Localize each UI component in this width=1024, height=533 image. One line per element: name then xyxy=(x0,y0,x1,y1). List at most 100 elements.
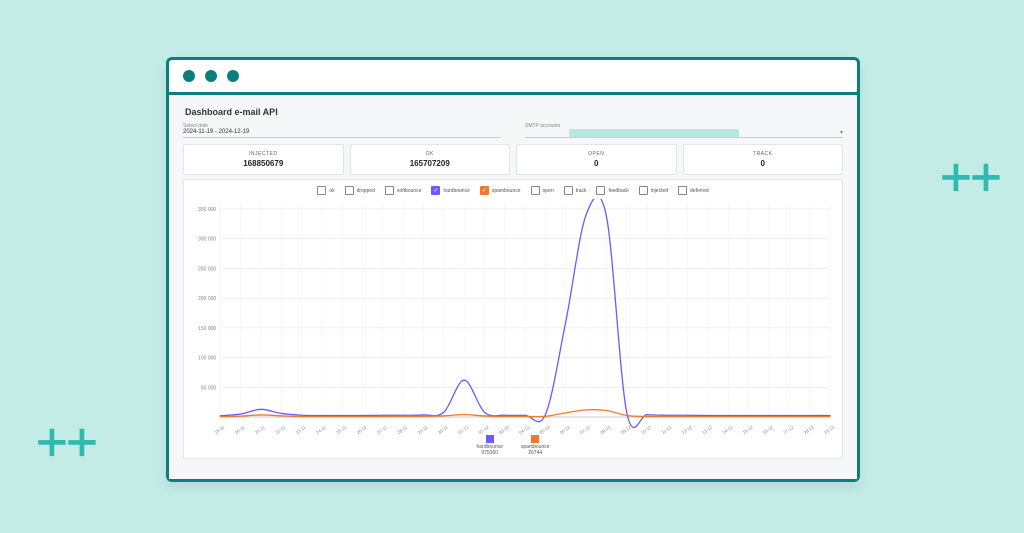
legend-item-open[interactable]: open xyxy=(531,186,554,195)
window-dot-icon xyxy=(227,70,239,82)
window-dot-icon xyxy=(205,70,217,82)
background-spark-icon: ✕✕ xyxy=(34,420,94,462)
svg-text:28-11: 28-11 xyxy=(396,424,408,435)
svg-text:07-12: 07-12 xyxy=(579,424,592,435)
svg-text:19-11: 19-11 xyxy=(213,424,225,435)
svg-text:50 000: 50 000 xyxy=(201,385,217,391)
kpi-label: TRACK xyxy=(686,151,841,157)
svg-text:24-11: 24-11 xyxy=(315,424,327,435)
smtp-filter[interactable]: SMTP accounts ▾ xyxy=(525,123,843,138)
svg-text:150 000: 150 000 xyxy=(198,326,216,332)
kpi-tile-injected: INJECTED 168850679 xyxy=(183,144,344,175)
smtp-chip xyxy=(569,129,739,137)
filter-row: Select date 2024-11-19 - 2024-12-19 SMTP… xyxy=(183,123,843,138)
svg-text:350 000: 350 000 xyxy=(198,207,216,213)
svg-text:05-12: 05-12 xyxy=(538,424,551,435)
checkbox-icon xyxy=(564,186,573,195)
legend-item-label: ok xyxy=(329,188,334,194)
legend-item-track[interactable]: track xyxy=(564,186,587,195)
checkbox-icon xyxy=(345,186,354,195)
legend-item-label: feedback xyxy=(608,188,628,194)
legend-item-label: track xyxy=(576,188,587,194)
svg-text:14-12: 14-12 xyxy=(721,424,734,435)
legend-item-label: softbounce xyxy=(397,188,421,194)
legend-item-injected[interactable]: injected xyxy=(639,186,668,195)
browser-frame: Dashboard e-mail API Select date 2024-11… xyxy=(166,57,860,482)
legend-item-dropped[interactable]: dropped xyxy=(345,186,375,195)
kpi-label: OPEN xyxy=(519,151,674,157)
dashboard-viewport: Dashboard e-mail API Select date 2024-11… xyxy=(169,95,857,479)
legend-item-deferred[interactable]: deferred xyxy=(678,186,709,195)
svg-text:01-12: 01-12 xyxy=(457,424,470,435)
svg-text:19-12: 19-12 xyxy=(823,424,836,435)
checkbox-icon xyxy=(596,186,605,195)
svg-text:08-12: 08-12 xyxy=(599,424,612,435)
svg-text:30-11: 30-11 xyxy=(437,424,449,435)
svg-text:200 000: 200 000 xyxy=(198,296,216,302)
kpi-value: 0 xyxy=(519,159,674,168)
kpi-tile-ok: OK 165707209 xyxy=(350,144,511,175)
legend-swatch-icon xyxy=(486,435,494,443)
legend-item-label: open xyxy=(543,188,554,194)
chart-area: 50 000 100 000 150 000 200 000 250 000 300 00… xyxy=(190,199,836,433)
svg-text:04-12: 04-12 xyxy=(518,424,531,435)
background-spark-icon: ✕✕ xyxy=(938,155,998,197)
svg-text:29-11: 29-11 xyxy=(417,424,429,435)
page-title: Dashboard e-mail API xyxy=(185,107,843,117)
svg-text:12-12: 12-12 xyxy=(681,424,694,435)
svg-text:15-12: 15-12 xyxy=(742,424,755,435)
legend-item-hardbounce[interactable]: ✓hardbounce xyxy=(431,186,469,195)
legend-total-hardbounce: hardbounce 975360 xyxy=(476,435,502,456)
chart-card: okdroppedsoftbounce✓hardbounce✓spambounc… xyxy=(183,179,843,459)
kpi-value: 165707209 xyxy=(353,159,508,168)
legend-item-label: dropped xyxy=(357,188,375,194)
checkbox-icon xyxy=(385,186,394,195)
svg-text:18-12: 18-12 xyxy=(803,424,816,435)
checkbox-icon: ✓ xyxy=(431,186,440,195)
checkbox-icon xyxy=(639,186,648,195)
date-filter[interactable]: Select date 2024-11-19 - 2024-12-19 xyxy=(183,123,501,138)
svg-text:23-11: 23-11 xyxy=(295,424,307,435)
checkbox-icon xyxy=(678,186,687,195)
kpi-value: 168850679 xyxy=(186,159,341,168)
checkbox-icon xyxy=(531,186,540,195)
legend-item-label: hardbounce xyxy=(443,188,469,194)
kpi-label: INJECTED xyxy=(186,151,341,157)
checkbox-icon: ✓ xyxy=(480,186,489,195)
svg-text:25-11: 25-11 xyxy=(335,424,347,435)
svg-text:09-12: 09-12 xyxy=(620,424,633,435)
svg-text:02-12: 02-12 xyxy=(478,424,491,435)
legend-swatch-icon xyxy=(531,435,539,443)
svg-text:11-12: 11-12 xyxy=(661,424,673,435)
svg-text:300 000: 300 000 xyxy=(198,237,216,243)
kpi-tile-track: TRACK0 xyxy=(683,144,844,175)
svg-text:13-12: 13-12 xyxy=(701,424,714,435)
svg-text:250 000: 250 000 xyxy=(198,266,216,272)
legend-item-spambounce[interactable]: ✓spambounce xyxy=(480,186,521,195)
legend-item-label: deferred xyxy=(690,188,709,194)
kpi-tile-open: OPEN 0 xyxy=(516,144,677,175)
chart-legend-bottom: hardbounce 975360 spambounce 26744 xyxy=(190,435,836,456)
chart-legend-top: okdroppedsoftbounce✓hardbounce✓spambounc… xyxy=(190,186,836,195)
svg-text:03-12: 03-12 xyxy=(498,424,511,435)
smtp-filter-value: ▾ xyxy=(525,129,843,138)
svg-text:100 000: 100 000 xyxy=(198,356,216,362)
svg-text:10-12: 10-12 xyxy=(640,424,653,435)
kpi-label: OK xyxy=(353,151,508,157)
browser-titlebar xyxy=(169,60,857,95)
legend-item-ok[interactable]: ok xyxy=(317,186,334,195)
legend-item-softbounce[interactable]: softbounce xyxy=(385,186,421,195)
svg-text:20-11: 20-11 xyxy=(234,424,246,435)
window-dot-icon xyxy=(183,70,195,82)
checkbox-icon xyxy=(317,186,326,195)
legend-item-label: injected xyxy=(651,188,668,194)
svg-text:21-11: 21-11 xyxy=(254,424,266,435)
svg-text:22-11: 22-11 xyxy=(274,424,286,435)
svg-text:27-11: 27-11 xyxy=(376,424,388,435)
kpi-row: INJECTED 168850679 OK 165707209 OPEN 0 TRACK0 xyxy=(183,144,843,175)
svg-text:17-12: 17-12 xyxy=(782,424,795,435)
legend-item-feedback[interactable]: feedback xyxy=(596,186,628,195)
legend-item-label: spambounce xyxy=(492,188,521,194)
svg-text:26-11: 26-11 xyxy=(356,424,368,435)
svg-text:16-12: 16-12 xyxy=(762,424,775,435)
